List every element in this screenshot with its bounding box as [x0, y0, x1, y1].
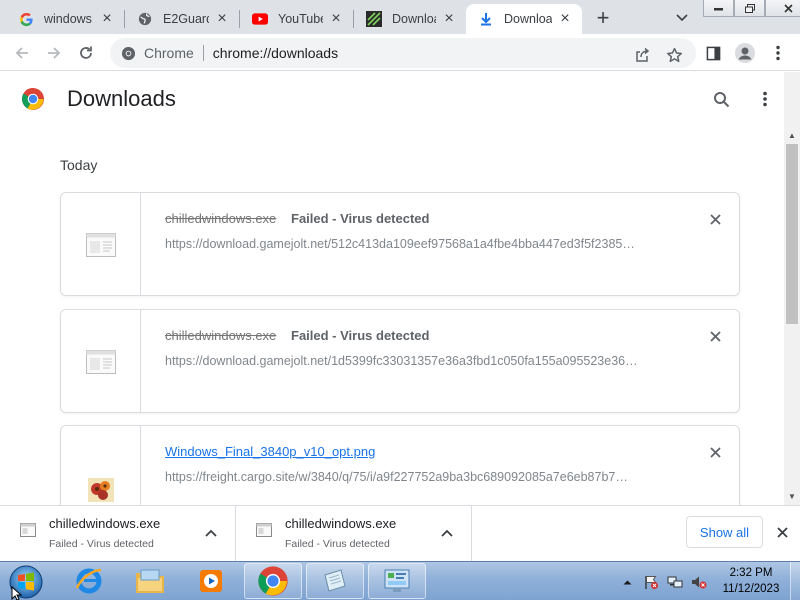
media-player-icon[interactable] — [182, 563, 240, 599]
scroll-thumb[interactable] — [786, 144, 798, 324]
url-text: chrome://downloads — [212, 45, 339, 61]
side-panel-icon[interactable] — [701, 41, 725, 65]
image-thumbnail-icon — [61, 426, 141, 505]
clock-time: 2:32 PM — [729, 567, 773, 579]
file-name: chilledwindows.exe — [165, 211, 277, 226]
clock-date: 11/12/2023 — [722, 583, 780, 595]
close-icon[interactable]: × — [98, 10, 116, 28]
close-icon[interactable]: × — [327, 10, 345, 28]
page-scrollbar[interactable]: ▲ ▼ — [784, 72, 800, 505]
tab-windows[interactable]: windows × — [6, 4, 124, 34]
address-bar[interactable]: Chrome chrome://downloads — [110, 38, 696, 68]
source-url: https://download.gamejolt.net/512c413da1… — [165, 237, 635, 251]
shelf-status: Failed - Virus detected — [285, 538, 390, 550]
reload-icon[interactable] — [74, 41, 98, 65]
tab-title: Downloa — [392, 12, 436, 26]
file-icon — [61, 193, 141, 295]
windows-taskbar: 2:32 PM 11/12/2023 — [0, 561, 800, 600]
tab-downloads[interactable]: Downloa × — [466, 4, 582, 34]
youtube-icon — [252, 11, 268, 27]
close-icon[interactable]: × — [556, 10, 574, 28]
download-item: chilledwindows.exe Failed - Virus detect… — [60, 192, 740, 296]
downloads-page: Downloads Today chilledwindows.exe Faile… — [0, 72, 800, 505]
origin-chip: Chrome — [144, 45, 194, 61]
minimize-icon[interactable] — [703, 0, 734, 17]
close-icon[interactable]: × — [213, 10, 231, 28]
bookmark-star-icon[interactable] — [664, 45, 684, 65]
notepad-icon[interactable] — [306, 563, 364, 599]
forward-arrow-icon[interactable] — [42, 41, 66, 65]
scroll-up-arrow-icon[interactable]: ▲ — [784, 128, 800, 142]
download-status: Failed - Virus detected — [291, 328, 430, 343]
chevron-up-icon[interactable] — [202, 524, 220, 542]
chrome-logo-icon — [21, 87, 45, 111]
action-center-flag-icon[interactable] — [642, 573, 660, 591]
tab-downloads-site[interactable]: Downloa × — [354, 4, 466, 34]
download-item: Windows_Final_3840p_v10_opt.png https://… — [60, 425, 740, 505]
file-explorer-icon[interactable] — [121, 563, 179, 599]
share-icon[interactable] — [632, 45, 652, 65]
file-name-link[interactable]: Windows_Final_3840p_v10_opt.png — [165, 444, 375, 459]
window-controls — [703, 0, 800, 17]
shelf-status: Failed - Virus detected — [49, 538, 154, 550]
close-icon[interactable]: × — [440, 10, 458, 28]
scroll-down-arrow-icon[interactable]: ▼ — [784, 489, 800, 503]
show-all-button[interactable]: Show all — [686, 516, 763, 548]
back-arrow-icon[interactable] — [10, 41, 34, 65]
search-icon[interactable] — [710, 88, 732, 110]
page-header: Downloads — [0, 72, 784, 128]
tab-title: windows — [44, 12, 92, 26]
download-arrow-icon — [478, 11, 494, 27]
close-shelf-icon[interactable] — [772, 522, 792, 542]
tab-youtube[interactable]: YouTube × — [240, 4, 353, 34]
chrome-icon[interactable] — [244, 563, 302, 599]
tab-title: YouTube — [278, 12, 323, 26]
shelf-file-name: chilledwindows.exe — [49, 516, 161, 531]
browser-toolbar: Chrome chrome://downloads — [0, 34, 800, 71]
chevron-up-icon[interactable] — [438, 524, 456, 542]
file-icon — [256, 523, 272, 539]
chrome-menu-icon[interactable] — [766, 41, 790, 65]
window-close-icon[interactable] — [765, 0, 800, 17]
tray-expand-arrow-icon[interactable] — [618, 573, 636, 591]
tab-title: Downloa — [504, 12, 552, 26]
shelf-file-name: chilledwindows.exe — [285, 516, 397, 531]
remove-download-close-icon[interactable] — [705, 326, 725, 346]
volume-muted-icon[interactable] — [690, 573, 708, 591]
clock[interactable]: 2:32 PM 11/12/2023 — [714, 565, 788, 597]
file-icon — [61, 310, 141, 412]
download-shelf: chilledwindows.exe Failed - Virus detect… — [0, 505, 800, 562]
google-g-icon — [18, 11, 34, 27]
chrome-site-icon — [120, 45, 136, 61]
profile-avatar-icon[interactable] — [733, 41, 757, 65]
internet-explorer-icon[interactable] — [60, 563, 118, 599]
show-desktop-button[interactable] — [790, 562, 800, 600]
file-name: chilledwindows.exe — [165, 328, 277, 343]
tab-search-chevron-icon[interactable] — [672, 8, 692, 28]
tab-e2guardian[interactable]: E2Guardi × — [125, 4, 239, 34]
more-options-icon[interactable] — [754, 88, 776, 110]
shelf-download-item[interactable]: chilledwindows.exe Failed - Virus detect… — [236, 506, 472, 562]
file-icon — [20, 523, 36, 539]
globe-icon — [137, 11, 153, 27]
restore-icon[interactable] — [734, 0, 765, 17]
system-tray — [618, 562, 714, 600]
shelf-download-item[interactable]: chilledwindows.exe Failed - Virus detect… — [0, 506, 236, 562]
tab-strip: windows × E2Guardi × YouTube × Downloa ×… — [0, 0, 800, 34]
page-title: Downloads — [67, 86, 176, 111]
mouse-cursor-icon — [11, 586, 23, 600]
source-url: https://freight.cargo.site/w/3840/q/75/i… — [165, 470, 628, 484]
network-icon[interactable] — [666, 573, 684, 591]
remove-download-close-icon[interactable] — [705, 209, 725, 229]
date-heading: Today — [60, 157, 98, 173]
new-tab-button[interactable]: + — [590, 5, 616, 30]
tab-title: E2Guardi — [163, 12, 209, 26]
download-item: chilledwindows.exe Failed - Virus detect… — [60, 309, 740, 413]
remove-download-close-icon[interactable] — [705, 442, 725, 462]
site-favicon-icon — [366, 11, 382, 27]
download-status: Failed - Virus detected — [291, 211, 430, 226]
source-url: https://download.gamejolt.net/1d5399fc33… — [165, 354, 638, 368]
control-panel-icon[interactable] — [368, 563, 426, 599]
